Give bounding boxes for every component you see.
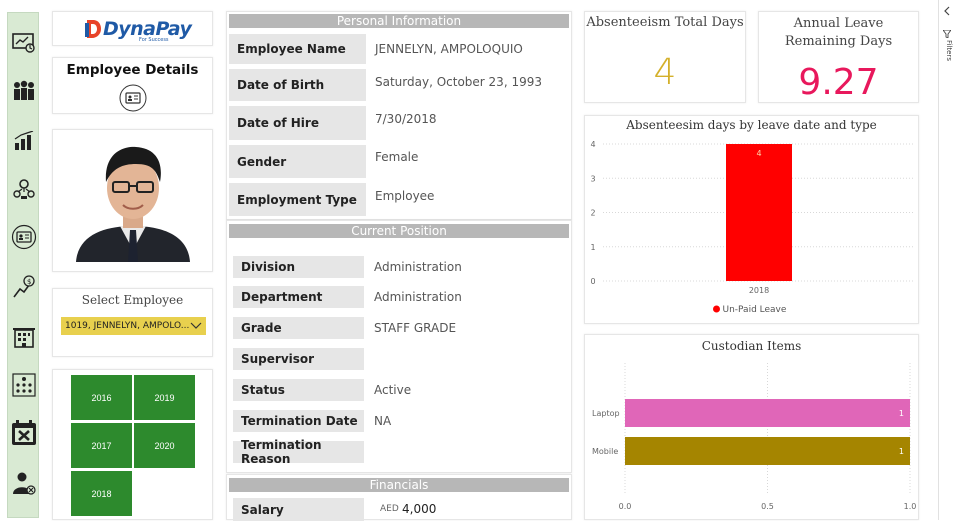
y-tick-label: 4 [590, 140, 595, 149]
filters-pane[interactable]: Filters [938, 0, 955, 520]
x-tick-label: 0.0 [619, 502, 632, 511]
absenteeism-chart-card: Absenteesim days by leave date and type … [584, 115, 919, 324]
x-tick-label: 0.5 [761, 502, 774, 511]
id-card-icon[interactable] [10, 223, 38, 251]
employee-details-title: Employee Details [66, 62, 199, 78]
employee-exit-icon[interactable] [10, 469, 38, 497]
employment-type-label: Employment Type [229, 183, 366, 216]
dynapay-logo-icon [85, 20, 101, 38]
data-label: 1 [899, 447, 904, 456]
termination-reason-label: Termination Reason [233, 438, 364, 466]
employee-details-card: Employee Details [52, 57, 213, 114]
y-tick-label: 0 [590, 277, 595, 286]
y-tick-label: Laptop [592, 409, 620, 418]
year-tile-2018[interactable]: 2018 [71, 471, 132, 516]
office-building-icon[interactable] [10, 323, 38, 351]
dashboard-icon[interactable] [10, 29, 38, 57]
legend-label: Un-Paid Leave [723, 305, 787, 315]
division-label: Division [233, 256, 364, 278]
grade-value: STAFF GRADE [374, 321, 457, 335]
annual-leave-remaining-card: Annual Leave Remaining Days 9.27 [758, 11, 919, 103]
y-tick-label: Mobile [592, 447, 618, 456]
logo-card: DynaPay For Success [52, 11, 213, 46]
supervisor-label: Supervisor [233, 348, 364, 370]
employee-name-value: JENNELYN, AMPOLOQUIO [375, 42, 523, 56]
salary-growth-icon[interactable]: $ [10, 273, 38, 301]
status-label: Status [233, 379, 364, 401]
bar-chart-icon[interactable] [10, 127, 38, 155]
custodian-items-chart: 0.0 0.5 1.0 Laptop 1 Mobile 1 [592, 363, 917, 511]
status-value: Active [374, 383, 412, 397]
year-tile-2019[interactable]: 2019 [134, 375, 195, 420]
year-tile-2017[interactable]: 2017 [71, 423, 132, 468]
date-of-birth-value: Saturday, October 23, 1993 [375, 75, 542, 89]
custodian-items-title: Custodian Items [701, 339, 802, 353]
absenteeism-chart-title: Absenteesim days by leave date and type [626, 118, 877, 132]
personal-information-header: Personal Information [229, 14, 569, 28]
filters-label: Filters [945, 40, 953, 61]
data-label: 1 [899, 409, 904, 418]
absenteeism-total-days-value: 4 [653, 52, 677, 93]
department-label: Department [233, 286, 364, 308]
employment-type-value: Employee [375, 189, 435, 203]
financials-card: Financials Salary AED 4,000 [226, 474, 572, 521]
department-value: Administration [374, 290, 462, 304]
y-tick-label: 3 [590, 174, 595, 183]
current-position-header: Current Position [229, 224, 569, 238]
salary-label: Salary [233, 498, 364, 521]
year-tile-2016[interactable]: 2016 [71, 375, 132, 420]
employee-dropdown-value: 1019, JENNELYN, AMPOLO... [65, 321, 190, 331]
bar-unpaid-leave-2018 [726, 144, 792, 281]
employee-name-label: Employee Name [229, 34, 366, 64]
legend-marker [713, 305, 720, 313]
bar-laptop [625, 399, 910, 427]
employee-dropdown[interactable]: 1019, JENNELYN, AMPOLO... [61, 317, 206, 335]
left-nav-bar: $ [7, 12, 39, 518]
people-network-icon[interactable] [10, 175, 38, 203]
termination-date-label: Termination Date [233, 410, 364, 432]
select-employee-label: Select Employee [81, 293, 184, 307]
termination-date-value: NA [374, 414, 392, 428]
absenteeism-total-days-title: Absenteeism Total Days [586, 15, 744, 30]
svg-text:$: $ [27, 278, 31, 286]
filter-funnel-icon [943, 30, 951, 38]
bar-mobile [625, 437, 910, 465]
absenteeism-chart: 0 1 2 3 4 4 2018 Un-Paid Leave [590, 140, 915, 315]
gender-label: Gender [229, 145, 366, 178]
gender-value: Female [375, 150, 419, 164]
salary-currency: AED [380, 504, 399, 514]
x-tick-label: 1.0 [904, 502, 917, 511]
grade-label: Grade [233, 317, 364, 339]
logo-tagline: For Success [139, 37, 169, 43]
team-icon[interactable] [10, 77, 38, 105]
chevron-down-icon [190, 322, 202, 329]
date-of-birth-label: Date of Birth [229, 69, 366, 101]
annual-leave-remaining-value: 9.27 [798, 62, 879, 103]
current-position-card: Current Position Division Administration… [226, 220, 572, 473]
financials-header: Financials [229, 478, 569, 492]
select-employee-slicer: Select Employee 1019, JENNELYN, AMPOLO..… [52, 288, 213, 357]
date-of-hire-value: 7/30/2018 [375, 112, 437, 126]
annual-leave-remaining-title: Annual Leave Remaining Days [784, 16, 893, 49]
org-chart-icon[interactable] [10, 371, 38, 399]
personal-information-card: Personal Information Employee Name JENNE… [226, 11, 572, 220]
custodian-items-card: Custodian Items 0.0 0.5 1.0 Laptop 1 Mobile 1 [584, 334, 919, 520]
employee-photo-card [52, 129, 213, 272]
dynapay-logo: DynaPay [83, 18, 192, 40]
y-tick-label: 1 [590, 243, 595, 252]
salary-value: 4,000 [402, 502, 437, 516]
year-slicer: 2016 2019 2017 2020 2018 [52, 369, 213, 520]
x-tick-label: 2018 [749, 286, 769, 295]
year-tile-2020[interactable]: 2020 [134, 423, 195, 468]
y-tick-label: 2 [590, 209, 595, 218]
division-value: Administration [374, 260, 462, 274]
data-label: 4 [756, 149, 761, 158]
employee-photo [66, 138, 200, 262]
calendar-cancel-icon[interactable] [10, 419, 38, 447]
collapse-arrow-icon[interactable] [943, 6, 951, 16]
absenteeism-total-days-card: Absenteeism Total Days 4 [584, 11, 746, 103]
date-of-hire-label: Date of Hire [229, 106, 366, 140]
id-badge-icon [119, 84, 147, 112]
